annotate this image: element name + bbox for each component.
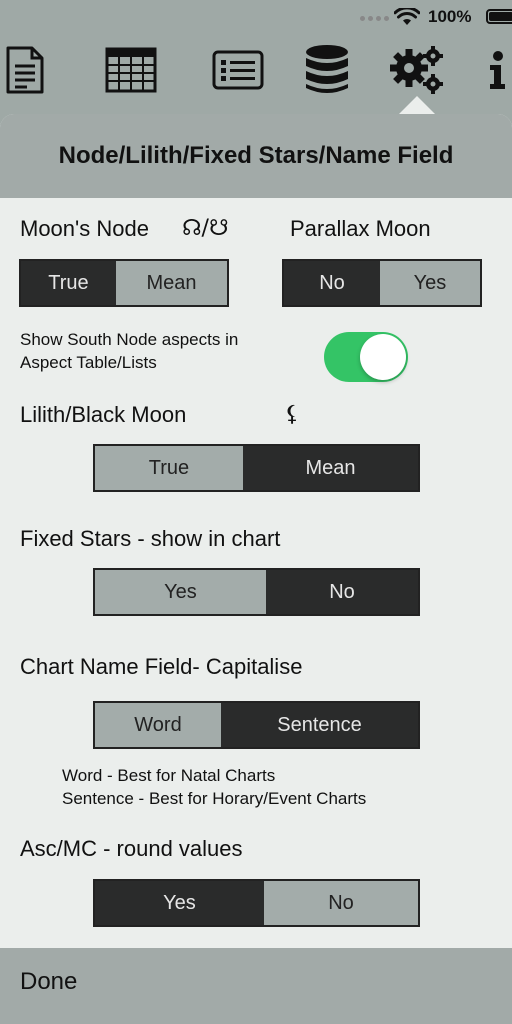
- signal-strength-icon: [360, 16, 389, 21]
- lilith-true-option[interactable]: True: [95, 446, 243, 490]
- spreadsheet-icon[interactable]: [104, 40, 158, 100]
- south-node-aspects-label-line1: Show South Node aspects in: [20, 330, 239, 349]
- fixed-stars-no-option[interactable]: No: [266, 570, 418, 614]
- info-icon[interactable]: [482, 40, 512, 100]
- asc-mc-yes-option[interactable]: Yes: [95, 881, 264, 925]
- status-bar: 100%: [0, 0, 512, 34]
- battery-icon: [486, 9, 512, 24]
- moons-node-label: Moon's Node: [20, 216, 149, 241]
- fixed-stars-yes-option[interactable]: Yes: [95, 570, 266, 614]
- parallax-moon-segmented-control: No Yes: [282, 259, 482, 307]
- south-node-aspects-toggle[interactable]: [324, 332, 408, 382]
- parallax-moon-yes-option[interactable]: Yes: [380, 261, 480, 305]
- chart-name-note-word: Word - Best for Natal Charts: [62, 766, 276, 785]
- list-icon[interactable]: [211, 40, 265, 100]
- asc-mc-segmented-control: Yes No: [93, 879, 420, 927]
- toggle-knob: [360, 334, 406, 380]
- database-icon[interactable]: [302, 40, 352, 100]
- moons-node-true-option[interactable]: True: [21, 261, 116, 305]
- parallax-moon-no-option[interactable]: No: [284, 261, 380, 305]
- lilith-label: Lilith/Black Moon: [20, 402, 187, 427]
- page-title: Node/Lilith/Fixed Stars/Name Field: [58, 142, 454, 169]
- wifi-icon: [394, 8, 420, 25]
- fixed-stars-label: Fixed Stars - show in chart: [20, 526, 281, 551]
- asc-mc-no-option[interactable]: No: [264, 881, 418, 925]
- lilith-symbol-icon: ⚸: [284, 402, 301, 427]
- lilith-segmented-control: True Mean: [93, 444, 420, 492]
- active-tab-pointer: [399, 96, 435, 114]
- settings-gears-icon[interactable]: [388, 40, 446, 100]
- chart-name-word-option[interactable]: Word: [95, 703, 221, 747]
- fixed-stars-segmented-control: Yes No: [93, 568, 420, 616]
- chart-name-note-sentence: Sentence - Best for Horary/Event Charts: [62, 789, 367, 808]
- document-icon[interactable]: [0, 40, 50, 100]
- battery-percent: 100%: [428, 7, 472, 26]
- south-node-aspects-label-line2: Aspect Table/Lists: [20, 353, 157, 372]
- chart-name-sentence-option[interactable]: Sentence: [221, 703, 418, 747]
- done-button[interactable]: Done: [20, 968, 77, 996]
- node-symbol-icon: ☊/☋: [182, 216, 229, 241]
- panel-header: Node/Lilith/Fixed Stars/Name Field: [0, 114, 512, 198]
- done-bar: Done: [0, 948, 512, 1024]
- toolbar: [0, 34, 512, 114]
- moons-node-segmented-control: True Mean: [19, 259, 229, 307]
- chart-name-label: Chart Name Field- Capitalise: [20, 654, 303, 679]
- settings-panel: Node/Lilith/Fixed Stars/Name Field Moon'…: [0, 114, 512, 1024]
- parallax-moon-label: Parallax Moon: [290, 216, 431, 241]
- chart-name-segmented-control: Word Sentence: [93, 701, 420, 749]
- lilith-mean-option[interactable]: Mean: [243, 446, 418, 490]
- moons-node-mean-option[interactable]: Mean: [116, 261, 227, 305]
- asc-mc-label: Asc/MC - round values: [20, 836, 243, 861]
